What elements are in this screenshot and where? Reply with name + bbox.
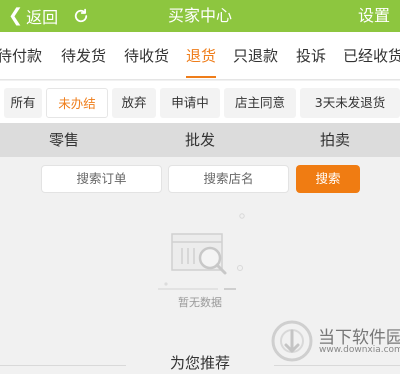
filter-applying[interactable]: 申请中 bbox=[160, 88, 220, 118]
page-title: 买家中心 bbox=[167, 6, 232, 25]
category-retail[interactable]: 零售 bbox=[49, 123, 79, 157]
filter-owner-agreed[interactable]: 店主同意 bbox=[224, 88, 296, 118]
recommend-title: 为您推荐 bbox=[169, 354, 230, 372]
filter-3day-not-returned[interactable]: 3天未发退货 bbox=[300, 88, 400, 118]
top-bar: ❮ 返回 买家中心 设置 bbox=[0, 0, 400, 32]
search-button[interactable]: 搜索 bbox=[296, 165, 360, 193]
tab-return[interactable]: 退货 bbox=[186, 32, 216, 80]
category-auction[interactable]: 拍卖 bbox=[320, 123, 350, 157]
order-status-tabs: 待付款 待发货 待收货 退货 只退款 投诉 已经收货 bbox=[0, 32, 400, 80]
settings-button[interactable]: 设置 bbox=[358, 0, 390, 32]
filter-all[interactable]: 所有 bbox=[4, 88, 42, 118]
tab-refund-only[interactable]: 只退款 bbox=[233, 32, 278, 80]
tab-pending-shipment[interactable]: 待发货 bbox=[61, 32, 106, 80]
tab-pending-payment[interactable]: 待付款 bbox=[0, 32, 42, 80]
tab-complaint[interactable]: 投诉 bbox=[296, 32, 326, 80]
empty-state-text: 暂无数据 bbox=[178, 296, 222, 309]
active-tab-indicator bbox=[186, 76, 216, 78]
tab-received[interactable]: 已经收货 bbox=[343, 32, 400, 80]
search-row: 搜索订单 搜索店名 搜索 bbox=[0, 157, 400, 201]
category-wholesale[interactable]: 批发 bbox=[185, 123, 215, 157]
category-bar: 零售 批发 拍卖 bbox=[0, 123, 400, 157]
search-store-input[interactable]: 搜索店名 bbox=[168, 165, 289, 193]
search-order-input[interactable]: 搜索订单 bbox=[41, 165, 162, 193]
filter-abandoned[interactable]: 放弃 bbox=[112, 88, 156, 118]
filter-unfinished[interactable]: 未办结 bbox=[46, 88, 108, 118]
tab-pending-receipt[interactable]: 待收货 bbox=[124, 32, 169, 80]
return-filter-bar: 所有 未办结 放弃 申请中 店主同意 3天未发退货 bbox=[0, 81, 400, 123]
no-data-icon bbox=[158, 213, 245, 290]
